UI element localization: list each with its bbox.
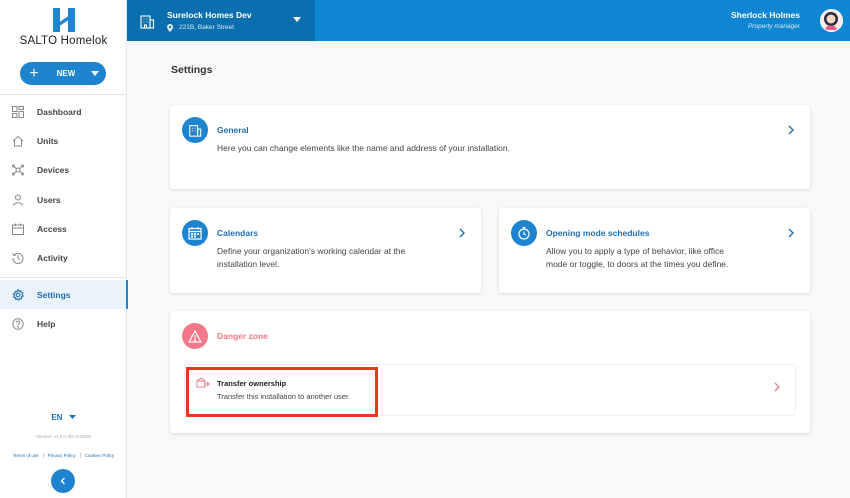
terms-link[interactable]: Terms of use [9,453,44,458]
help-icon [12,318,24,330]
site-name: Surelock Homes Dev [167,9,252,20]
danger-zone-title: Danger zone [217,331,269,341]
chevron-right-icon [788,125,794,135]
opening-mode-description-line1: Allow you to apply a type of behavior, l… [546,246,724,256]
access-icon [12,223,24,235]
new-button[interactable]: + NEW [20,62,106,85]
main-nav: Dashboard Units Devices Users Access Act… [0,97,127,273]
version-text: Version: v1.0.0-dfa.7c2829f [36,434,91,439]
avatar[interactable] [820,9,843,32]
general-title: General [217,125,249,135]
divider [0,94,127,95]
top-bar: Surelock Homes Dev 221B, Baker Street Sh… [127,0,850,41]
sidebar-item-dashboard[interactable]: Dashboard [0,97,127,126]
site-selector[interactable]: Surelock Homes Dev 221B, Baker Street [127,0,315,41]
chevron-right-icon [788,228,794,238]
user-name: Sherlock Holmes [731,10,800,20]
sidebar-item-label: Units [37,135,59,146]
building-icon [182,117,208,143]
calendars-description-line2: installation level. [217,259,280,269]
sidebar-item-label: Help [37,318,56,329]
policy-links: Terms of use Privacy Policy Cookies Poli… [0,453,127,458]
logo: SALTO Homelok [0,8,127,47]
sidebar-item-label: Settings [37,289,71,300]
sidebar-item-label: Access [37,223,67,234]
opening-mode-description-line2: mode or toggle, to doors at the times yo… [546,259,729,269]
sidebar-item-activity[interactable]: Activity [0,243,127,272]
page-title: Settings [171,64,213,76]
chevron-right-icon [459,228,465,238]
sidebar-item-label: Activity [37,253,68,264]
building-icon [127,13,167,29]
user-role: Property manager [747,23,800,30]
chevron-down-icon [293,17,301,22]
general-description: Here you can change elements like the na… [217,143,510,153]
plus-icon: + [29,65,39,82]
chevron-down-icon[interactable] [84,71,106,76]
salto-logo-icon [52,8,75,32]
sidebar-item-label: Dashboard [37,106,82,117]
sidebar-item-units[interactable]: Units [0,126,127,155]
sidebar-item-label: Users [37,194,61,205]
highlight-box [186,367,378,417]
site-address-row: 221B, Baker Street [167,23,252,32]
sidebar: SALTO Homelok + NEW Dashboard Units Devi… [0,0,128,498]
chevron-down-icon [68,415,76,419]
language-selector[interactable]: EN [0,413,127,422]
history-icon [12,252,24,265]
opening-mode-schedules-title: Opening mode schedules [546,228,650,238]
new-button-label: NEW [56,69,76,78]
calendars-description-line1: Define your organization's working calen… [217,246,406,256]
stopwatch-icon [511,220,537,246]
chevron-left-icon [60,477,65,485]
gear-icon [12,288,24,301]
sidebar-item-access[interactable]: Access [0,214,127,243]
sidebar-item-settings[interactable]: Settings [0,280,128,310]
sidebar-item-users[interactable]: Users [0,185,127,214]
user-icon [12,194,24,206]
app-name: SALTO Homelok [19,35,108,47]
sidebar-item-label: Devices [37,165,70,176]
secondary-nav: Settings Help [0,280,128,339]
language-label: EN [51,413,63,422]
calendars-title: Calendars [217,228,259,238]
sidebar-item-devices[interactable]: Devices [0,156,127,185]
home-icon [12,135,24,147]
location-pin-icon [167,23,173,32]
calendar-icon [182,220,208,246]
user-info[interactable]: Sherlock Holmes Property manager [731,10,800,30]
divider [0,277,127,278]
dashboard-icon [12,105,24,118]
privacy-link[interactable]: Privacy Policy [44,453,81,458]
site-address: 221B, Baker Street [179,24,234,31]
collapse-sidebar-button[interactable] [51,469,75,493]
chevron-right-icon [774,382,780,392]
devices-icon [12,164,24,176]
cookies-link[interactable]: Cookies Policy [81,453,119,458]
warning-icon [182,323,208,349]
sidebar-item-help[interactable]: Help [0,309,127,338]
